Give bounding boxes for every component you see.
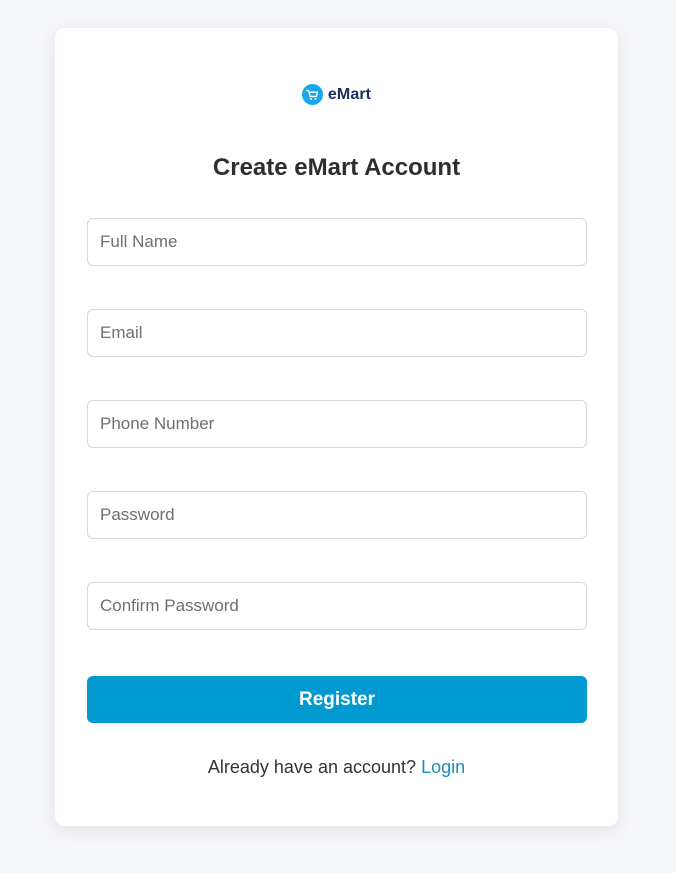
phone-number-input[interactable] xyxy=(87,400,587,448)
brand-name: eMart xyxy=(327,85,372,103)
login-link[interactable]: Login xyxy=(421,757,465,777)
cart-icon xyxy=(301,84,323,105)
password-input[interactable] xyxy=(87,491,587,539)
page-title: Create eMart Account xyxy=(212,154,461,181)
login-prompt-text: Already have an account? xyxy=(207,757,417,777)
login-prompt: Already have an account? Login xyxy=(55,757,618,778)
register-card: eMart Create eMart Account Register Alre… xyxy=(55,28,618,826)
confirm-password-input[interactable] xyxy=(87,582,587,630)
email-input[interactable] xyxy=(87,309,587,357)
full-name-input[interactable] xyxy=(87,218,587,266)
brand-logo[interactable]: eMart xyxy=(55,84,618,105)
register-button[interactable]: Register xyxy=(87,676,587,723)
